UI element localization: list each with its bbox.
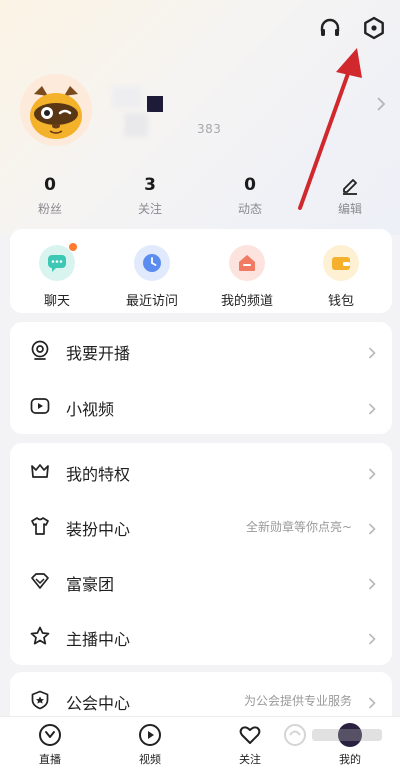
menu-item-dress-up-center[interactable]: 装扮中心 全新勋章等你点亮~ [10,498,392,554]
watermark-logo [282,722,392,748]
quick-action-label: 最近访问 [125,294,178,309]
edit-profile-button[interactable]: 编辑 [320,175,380,217]
menu-item-label: 我的特权 [66,465,131,484]
menu-item-hint: 为公会提供专业服务 [243,694,352,708]
stat-label: 关注 [137,202,162,216]
star-icon [30,626,50,646]
username-blurred [112,86,142,108]
user-id-blurred [124,113,148,137]
menu-item-hint: 全新勋章等你点亮~ [245,520,352,534]
quick-action-wallet[interactable]: 钱包 [301,245,381,309]
video-tab-icon [138,723,162,747]
quick-action-label: 钱包 [327,294,354,309]
headset-icon[interactable] [316,14,344,42]
tab-label: 关注 [239,753,261,766]
profile-chevron-right-icon[interactable] [376,96,386,112]
stat-value: 0 [44,175,56,195]
heart-icon [238,723,262,747]
shield-icon [30,690,50,710]
tab-label: 视频 [139,753,161,766]
chevron-right-icon [368,520,376,535]
clock-icon [134,245,170,281]
settings-hexagon-icon[interactable] [360,14,388,42]
profile-stats: 0 粉丝 3 关注 0 动态 编辑 [0,175,400,217]
menu-item-short-video[interactable]: 小视频 [10,378,392,434]
tab-following[interactable]: 关注 [220,723,280,767]
username-blurred-block [147,96,163,112]
channel-icon [229,245,265,281]
chevron-right-icon [368,694,376,709]
menu-item-label: 我要开播 [66,344,131,363]
menu-item-label: 公会中心 [66,694,131,713]
stat-value: 3 [144,175,156,195]
quick-action-my-channel[interactable]: 我的频道 [207,245,287,309]
quick-action-label: 聊天 [43,294,70,309]
user-id-partial: 383 [197,122,222,136]
menu-item-my-privileges[interactable]: 我的特权 [10,443,392,499]
tab-video[interactable]: 视频 [120,723,180,767]
menu-item-label: 装扮中心 [66,520,131,539]
chevron-right-icon [368,575,376,590]
quick-actions-card: 聊天 最近访问 我的频道 钱包 [10,229,392,313]
quick-action-recent-visits[interactable]: 最近访问 [112,245,192,309]
edit-pencil-icon [320,175,380,195]
tab-label: 我的 [339,753,361,766]
quick-action-chat[interactable]: 聊天 [17,243,97,309]
chevron-right-icon [368,630,376,645]
menu-item-start-live[interactable]: 我要开播 [10,322,392,378]
menu-item-rich-club[interactable]: 富豪团 [10,553,392,609]
stat-label: 粉丝 [37,202,62,216]
chevron-right-icon [368,344,376,359]
menu-group-privileges: 我的特权 装扮中心 全新勋章等你点亮~ 富豪团 主播中心 [10,443,392,665]
video-play-icon [30,396,50,416]
chat-icon [39,243,77,281]
wallet-icon [323,245,359,281]
live-camera-icon [30,340,50,360]
avatar[interactable] [20,74,92,146]
edit-label: 编辑 [337,202,362,216]
menu-item-label: 主播中心 [66,630,131,649]
stat-following[interactable]: 3 关注 [120,175,180,217]
menu-item-label: 小视频 [66,400,115,419]
stat-value: 0 [244,175,256,195]
chevron-right-icon [368,465,376,480]
tab-live[interactable]: 直播 [20,723,80,767]
tshirt-icon [30,516,50,536]
menu-item-label: 富豪团 [66,575,115,594]
live-tab-icon [38,723,62,747]
diamond-icon [30,571,50,591]
stat-label: 动态 [237,202,262,216]
menu-item-anchor-center[interactable]: 主播中心 [10,608,392,664]
notification-dot [69,243,77,251]
stat-posts[interactable]: 0 动态 [220,175,280,217]
tab-label: 直播 [39,753,61,766]
menu-group-live: 我要开播 小视频 [10,322,392,434]
stat-fans[interactable]: 0 粉丝 [20,175,80,217]
crown-icon [30,461,50,481]
chevron-right-icon [368,400,376,415]
quick-action-label: 我的频道 [220,294,273,309]
